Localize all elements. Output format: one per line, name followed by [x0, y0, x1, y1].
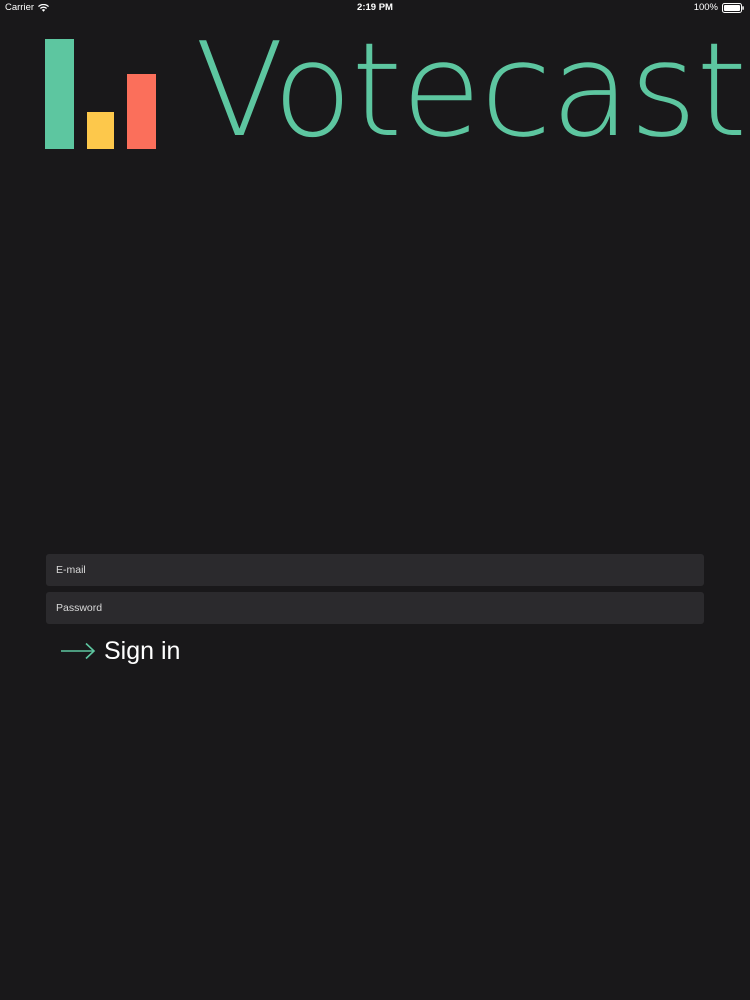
- logo-bar-red: [127, 74, 156, 149]
- login-screen: Carrier 2:19 PM 100% Votecast E-mail Sig…: [0, 0, 750, 1000]
- status-right: 100%: [694, 2, 744, 13]
- status-time: 2:19 PM: [357, 2, 393, 13]
- password-field[interactable]: [46, 592, 704, 624]
- logo-wordmark: Votecast: [195, 14, 747, 166]
- battery-icon: [722, 2, 744, 13]
- arrow-right-icon: [60, 642, 96, 660]
- battery-percentage: 100%: [693, 2, 718, 13]
- sign-in-button[interactable]: Sign in: [60, 634, 180, 668]
- logo-bar-green: [45, 39, 74, 149]
- bar-chart-logo-icon: [45, 38, 157, 150]
- votecast-logo: Votecast: [45, 20, 747, 160]
- email-field[interactable]: [46, 554, 704, 586]
- sign-in-label: Sign in: [104, 636, 181, 665]
- logo-bar-yellow: [87, 112, 114, 149]
